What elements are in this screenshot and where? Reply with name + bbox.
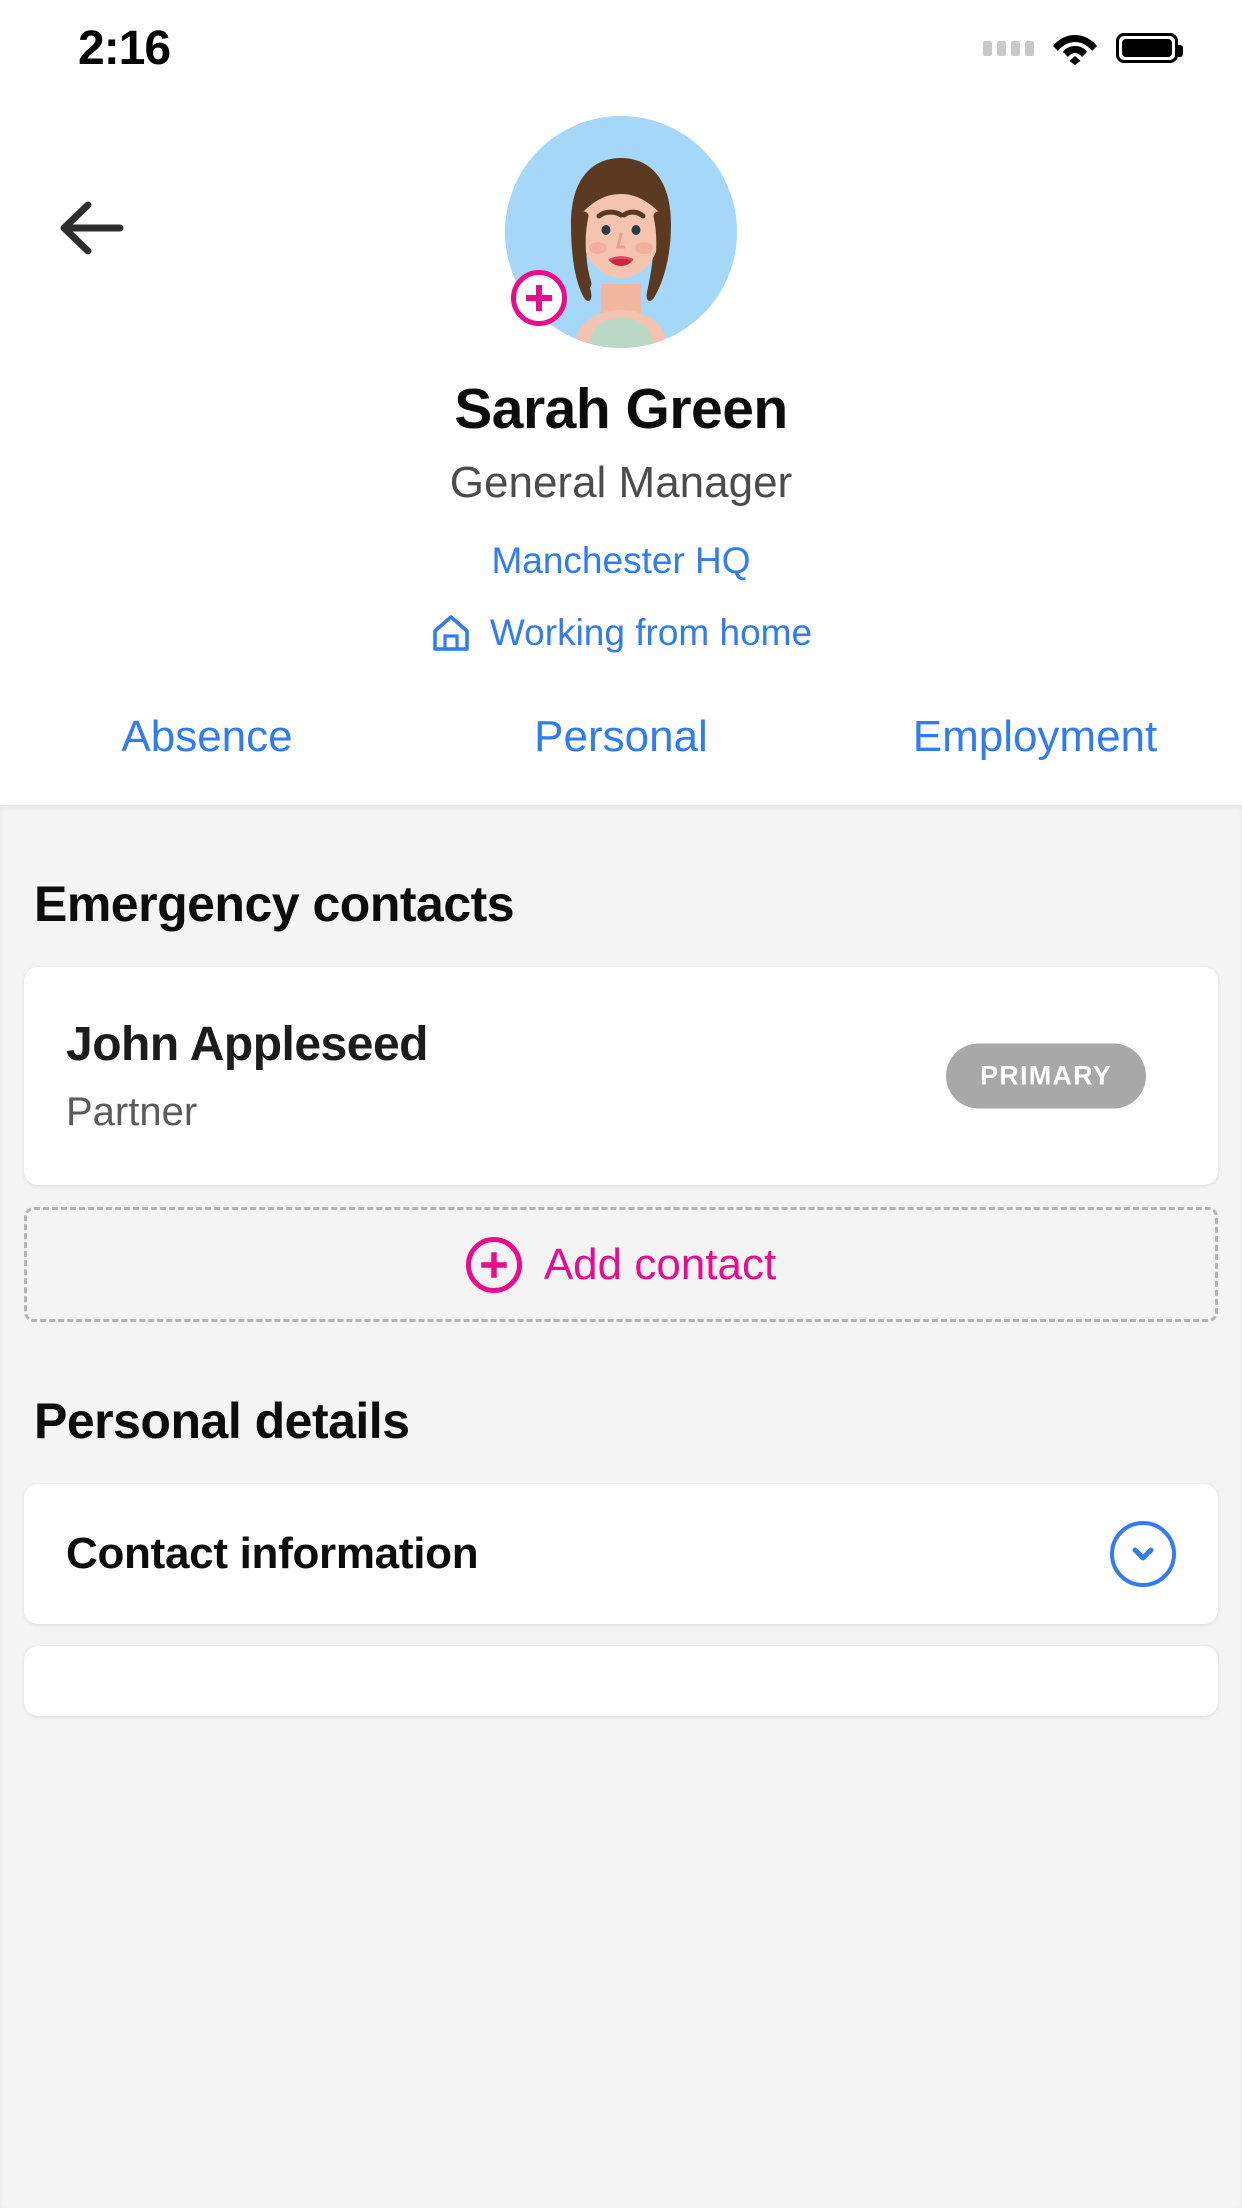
status-badge: PRIMARY — [946, 1043, 1146, 1109]
chevron-down-icon[interactable] — [1110, 1521, 1176, 1587]
back-arrow-icon — [60, 201, 124, 255]
status-time: 2:16 — [78, 21, 171, 75]
battery-full-icon — [1116, 33, 1183, 63]
avatar[interactable] — [505, 116, 737, 348]
add-contact-label: Add contact — [543, 1239, 777, 1289]
add-contact-button[interactable]: Add contact — [24, 1207, 1218, 1322]
status-bar: 2:16 — [0, 0, 1242, 96]
status-indicators — [983, 31, 1183, 65]
plus-circle-icon — [526, 285, 552, 311]
home-icon — [430, 612, 472, 654]
accordion-contact-information[interactable]: Contact information — [24, 1484, 1218, 1624]
accordion-title: Contact information — [66, 1529, 479, 1578]
back-button[interactable] — [48, 184, 136, 272]
signal-dots-icon — [983, 40, 1034, 56]
wifi-icon — [1052, 31, 1098, 65]
tab-employment-label: Employment — [912, 712, 1158, 761]
tab-absence-label: Absence — [121, 712, 293, 761]
personal-details-heading: Personal details — [34, 1393, 410, 1449]
tab-personal-label: Personal — [534, 712, 708, 761]
app-screen: 2:16 Sarah Green General Manager Manches… — [0, 0, 1242, 2208]
emergency-contacts-heading: Emergency contacts — [34, 876, 515, 932]
add-photo-button[interactable] — [511, 270, 567, 326]
content-scroll-area[interactable]: Emergency contacts John Appleseed Partne… — [0, 805, 1242, 2208]
work-location-row[interactable]: Working from home — [0, 612, 1242, 654]
emergency-contact-card[interactable]: John Appleseed Partner PRIMARY — [24, 967, 1218, 1185]
page-title: Sarah Green — [454, 377, 788, 441]
office-link[interactable]: Manchester HQ — [0, 540, 1242, 582]
plus-circle-icon — [465, 1236, 522, 1293]
job-title: General Manager — [449, 458, 793, 507]
accordion-next-item[interactable] — [24, 1646, 1218, 1716]
work-location-label: Working from home — [489, 612, 813, 653]
